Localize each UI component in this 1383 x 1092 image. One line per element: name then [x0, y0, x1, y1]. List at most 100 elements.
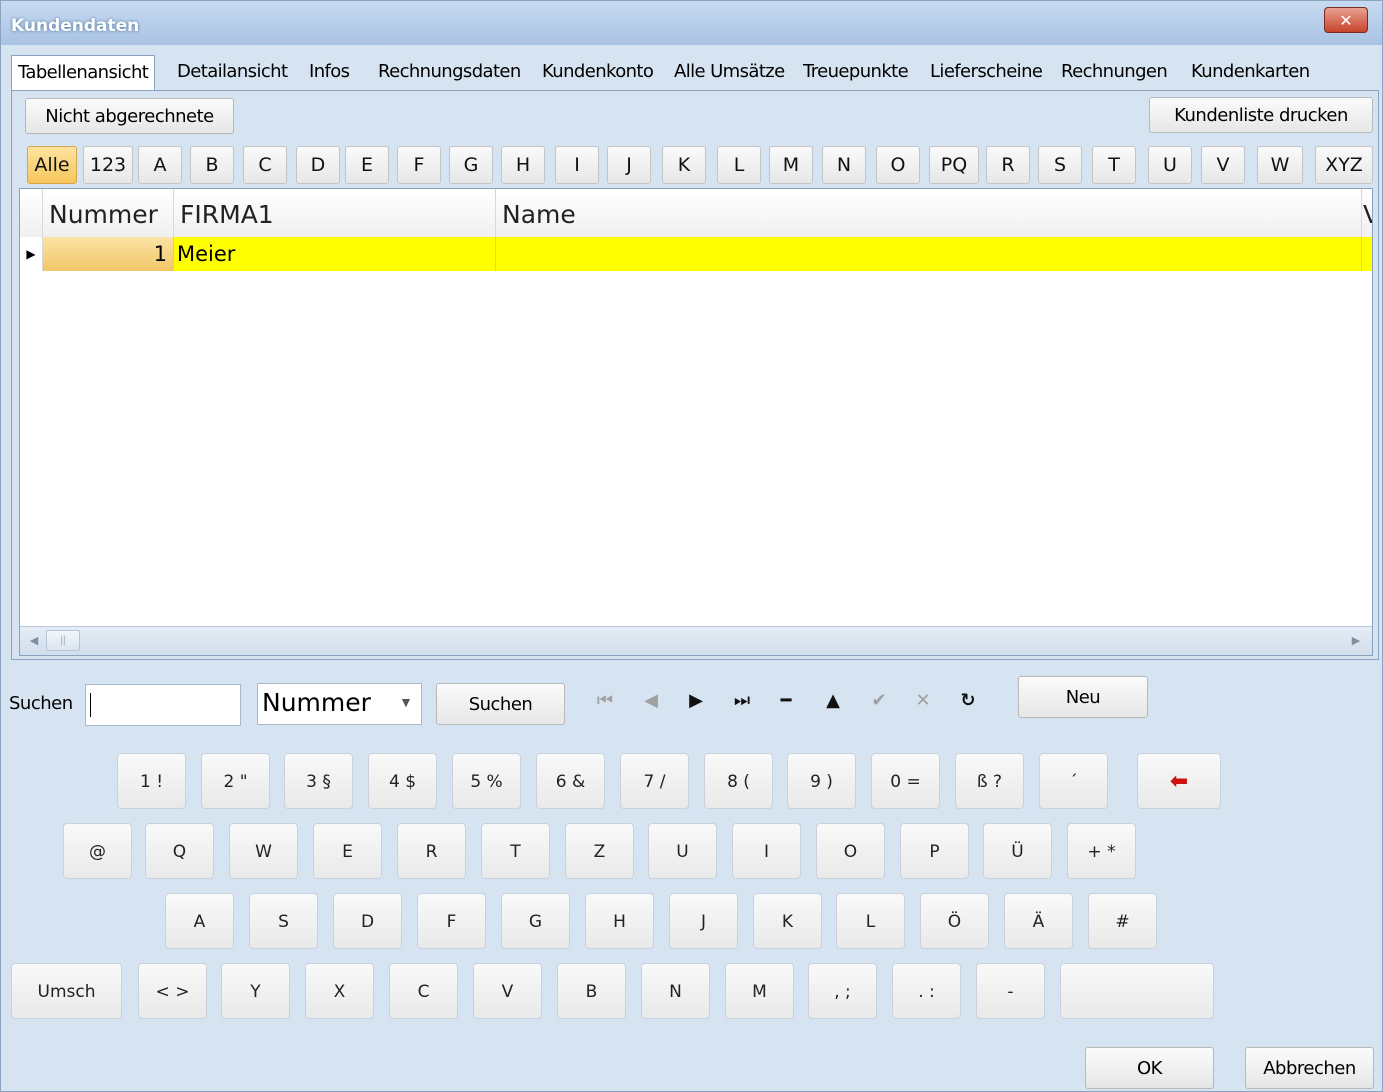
delete-record-icon[interactable]: ━ — [772, 687, 800, 715]
key-ae[interactable]: Ä — [1004, 893, 1073, 949]
search-button[interactable]: Suchen — [436, 683, 565, 725]
tab-loyalty-points[interactable]: Treuepunkte — [803, 55, 909, 89]
letter-w[interactable]: W — [1257, 146, 1303, 184]
key-8[interactable]: 8 ( — [704, 753, 773, 809]
key-q[interactable]: Q — [145, 823, 214, 879]
scroll-left-icon[interactable]: ◀ — [24, 631, 44, 651]
letter-r[interactable]: R — [986, 146, 1030, 184]
prior-record-icon[interactable]: ◀ — [637, 687, 665, 715]
space-key[interactable] — [1060, 963, 1214, 1019]
title-bar[interactable]: Kundendaten ✕ — [1, 1, 1382, 45]
key-f[interactable]: F — [417, 893, 486, 949]
letter-s[interactable]: S — [1038, 146, 1082, 184]
letter-g[interactable]: G — [449, 146, 493, 184]
letter-t[interactable]: T — [1092, 146, 1136, 184]
refresh-icon[interactable]: ↻ — [954, 687, 982, 715]
key-d[interactable]: D — [333, 893, 402, 949]
key-e[interactable]: E — [313, 823, 382, 879]
cell-firma1[interactable]: Meier — [174, 237, 496, 271]
column-header-firma1[interactable]: FIRMA1 — [174, 189, 496, 237]
letter-pq[interactable]: PQ — [929, 146, 979, 184]
tab-customer-cards[interactable]: Kundenkarten — [1191, 55, 1310, 89]
letter-d[interactable]: D — [296, 146, 340, 184]
letter-xyz[interactable]: XYZ — [1315, 146, 1373, 184]
key-k[interactable]: K — [753, 893, 822, 949]
edit-record-icon[interactable]: ▲ — [819, 687, 847, 715]
key-a[interactable]: A — [165, 893, 234, 949]
table-row[interactable]: ▶ 1 Meier — [20, 237, 1372, 271]
key-l[interactable]: L — [836, 893, 905, 949]
letter-all[interactable]: Alle — [27, 146, 77, 184]
key-g[interactable]: G — [501, 893, 570, 949]
key-oe[interactable]: Ö — [920, 893, 989, 949]
unbilled-button[interactable]: Nicht abgerechnete — [25, 98, 234, 134]
scroll-thumb[interactable]: || — [46, 630, 80, 651]
key-9[interactable]: 9 ) — [787, 753, 856, 809]
key-2[interactable]: 2 " — [201, 753, 270, 809]
letter-a[interactable]: A — [138, 146, 182, 184]
key-7[interactable]: 7 / — [620, 753, 689, 809]
key-p[interactable]: P — [900, 823, 969, 879]
key-r[interactable]: R — [397, 823, 466, 879]
key-t[interactable]: T — [481, 823, 550, 879]
new-record-button[interactable]: Neu — [1018, 676, 1148, 718]
horizontal-scrollbar[interactable]: ◀ || ▶ — [20, 626, 1372, 655]
key-comma[interactable]: , ; — [808, 963, 877, 1019]
key-o[interactable]: O — [816, 823, 885, 879]
key-plus[interactable]: + * — [1067, 823, 1136, 879]
letter-o[interactable]: O — [876, 146, 920, 184]
letter-123[interactable]: 123 — [83, 146, 133, 184]
key-m[interactable]: M — [725, 963, 794, 1019]
cell-nummer[interactable]: 1 — [43, 237, 174, 271]
key-n[interactable]: N — [641, 963, 710, 1019]
column-header-name[interactable]: Name — [496, 189, 1362, 237]
tab-customer-account[interactable]: Kundenkonto — [542, 55, 654, 89]
cell-name[interactable] — [496, 237, 1362, 271]
key-c[interactable]: C — [389, 963, 458, 1019]
letter-f[interactable]: F — [397, 146, 441, 184]
letter-v[interactable]: V — [1201, 146, 1245, 184]
chevron-down-icon[interactable]: ▼ — [399, 694, 413, 710]
letter-l[interactable]: L — [717, 146, 761, 184]
letter-u[interactable]: U — [1148, 146, 1192, 184]
key-i[interactable]: I — [732, 823, 801, 879]
key-s[interactable]: S — [249, 893, 318, 949]
tab-infos[interactable]: Infos — [309, 55, 350, 89]
key-3[interactable]: 3 § — [284, 753, 353, 809]
key-h[interactable]: H — [585, 893, 654, 949]
letter-m[interactable]: M — [769, 146, 813, 184]
key-at[interactable]: @ — [63, 823, 132, 879]
key-sz[interactable]: ß ? — [955, 753, 1024, 809]
cancel-edit-icon[interactable]: ✕ — [909, 687, 937, 715]
print-customer-list-button[interactable]: Kundenliste drucken — [1149, 97, 1373, 133]
letter-k[interactable]: K — [662, 146, 706, 184]
key-acute[interactable]: ´ — [1039, 753, 1108, 809]
shift-key[interactable]: Umsch — [11, 963, 122, 1019]
letter-c[interactable]: C — [243, 146, 287, 184]
key-b[interactable]: B — [557, 963, 626, 1019]
tab-invoices[interactable]: Rechnungen — [1061, 55, 1168, 89]
key-y[interactable]: Y — [221, 963, 290, 1019]
letter-e[interactable]: E — [345, 146, 389, 184]
key-v[interactable]: V — [473, 963, 542, 1019]
letter-n[interactable]: N — [822, 146, 866, 184]
letter-i[interactable]: I — [555, 146, 599, 184]
cell-v[interactable] — [1362, 237, 1372, 271]
key-w[interactable]: W — [229, 823, 298, 879]
post-record-icon[interactable]: ✔ — [865, 687, 893, 715]
key-period[interactable]: . : — [892, 963, 961, 1019]
next-record-icon[interactable]: ▶ — [682, 687, 710, 715]
column-header-nummer[interactable]: Nummer — [43, 189, 174, 237]
search-field-select[interactable]: Nummer ▼ — [257, 683, 422, 725]
key-5[interactable]: 5 % — [452, 753, 521, 809]
backspace-key[interactable]: ⬅ — [1137, 753, 1221, 809]
key-x[interactable]: X — [305, 963, 374, 1019]
letter-b[interactable]: B — [190, 146, 234, 184]
key-z[interactable]: Z — [565, 823, 634, 879]
key-4[interactable]: 4 $ — [368, 753, 437, 809]
key-angle-brackets[interactable]: < > — [138, 963, 207, 1019]
column-header-v[interactable]: V — [1362, 189, 1372, 237]
first-record-icon[interactable]: ⏮ — [591, 687, 619, 715]
scroll-right-icon[interactable]: ▶ — [1346, 631, 1366, 651]
letter-h[interactable]: H — [501, 146, 545, 184]
